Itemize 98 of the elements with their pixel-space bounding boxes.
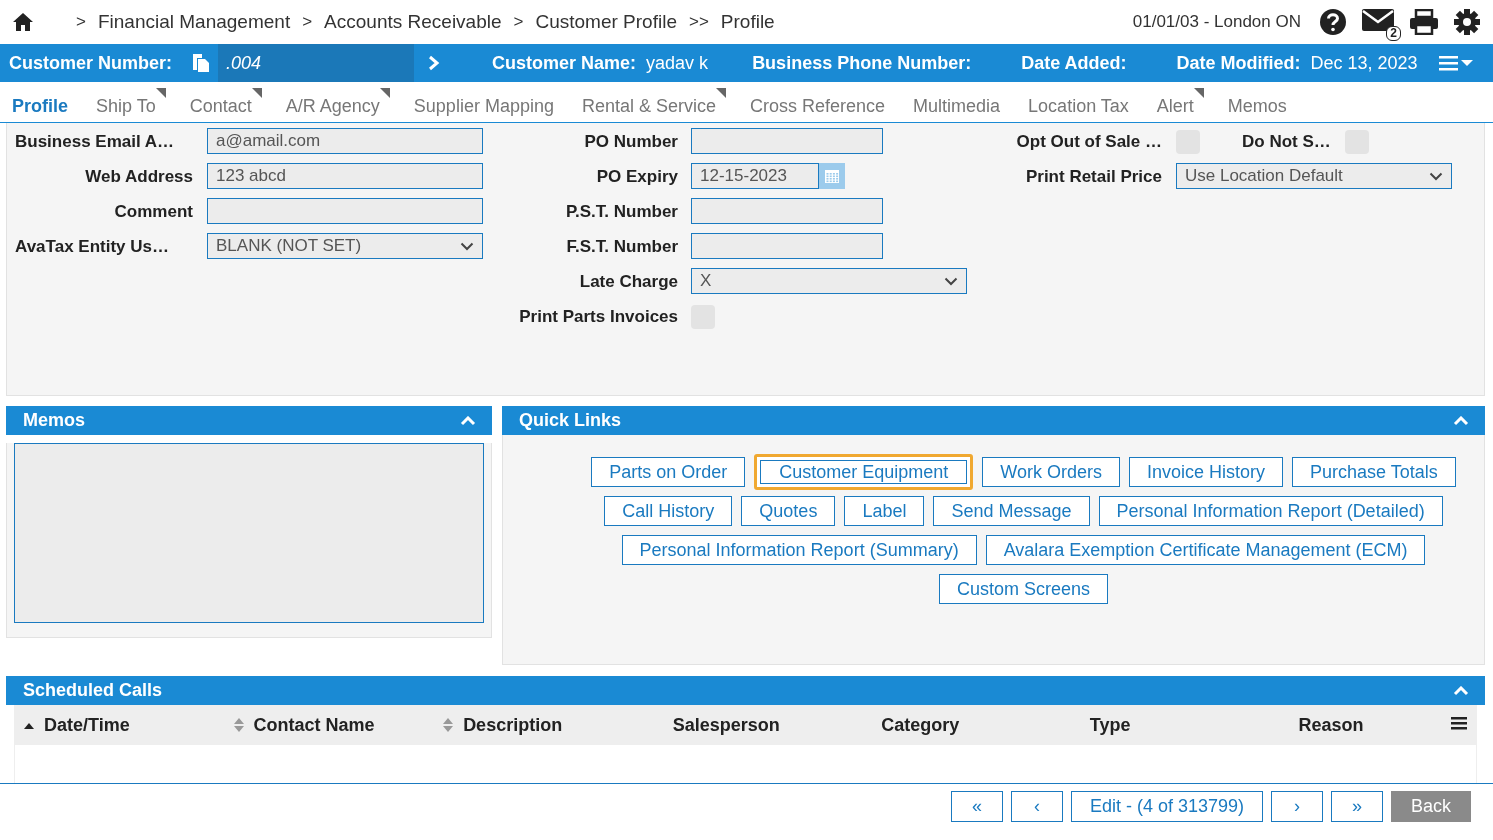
column-header[interactable]: Reason <box>1298 714 1364 736</box>
tab[interactable]: Multimedia <box>913 87 1005 117</box>
text-field[interactable]: 123 abcd <box>207 163 483 189</box>
home-icon[interactable] <box>12 12 34 32</box>
customer-name-value: yadav k <box>646 52 709 74</box>
quick-link-button[interactable]: Label <box>844 496 925 526</box>
tab[interactable]: Contact <box>189 87 262 117</box>
record-status-button[interactable]: Edit - (4 of 313799) <box>1070 791 1263 822</box>
collapse-icon[interactable] <box>1453 685 1469 696</box>
sort-icon[interactable] <box>233 718 244 732</box>
sort-ascending-icon[interactable] <box>24 721 34 729</box>
quick-link-button[interactable]: Quotes <box>741 496 836 526</box>
tab[interactable]: A/R Agency <box>285 87 390 117</box>
field-label: PO Expiry <box>595 167 678 187</box>
date-field[interactable]: 12-15-2023 <box>691 163 819 189</box>
field-label: F.S.T. Number <box>565 237 678 257</box>
dropdown-field[interactable]: Use Location Default <box>1176 163 1452 189</box>
column-header[interactable]: Salesperson <box>672 714 780 736</box>
back-button[interactable]: Back <box>1391 791 1471 822</box>
panel-title: Quick Links <box>519 410 622 431</box>
tab[interactable]: Supplier Mapping <box>413 87 558 117</box>
field-label: PO Number <box>583 132 678 152</box>
tab[interactable]: Rental & Service <box>581 87 726 117</box>
tab[interactable]: Profile <box>12 87 72 117</box>
text-field[interactable] <box>207 198 483 224</box>
column-header[interactable]: Type <box>1089 714 1131 736</box>
field-label: Late Charge <box>578 272 678 292</box>
quick-link-button[interactable]: Purchase Totals <box>1292 457 1456 487</box>
tab[interactable]: Ship To <box>96 87 166 117</box>
menu-icon[interactable] <box>1437 54 1474 72</box>
date-modified-label: Date Modified: <box>1176 52 1301 74</box>
column-header[interactable]: Contact Name <box>253 714 375 736</box>
panel-title: Scheduled Calls <box>23 680 163 701</box>
copy-icon[interactable] <box>192 53 211 73</box>
field-label: Print Retail Price <box>1024 167 1162 187</box>
quick-link-button[interactable]: Invoice History <box>1129 457 1284 487</box>
date-modified-value: Dec 13, 2023 <box>1310 52 1418 74</box>
first-page-button[interactable]: « <box>950 791 1003 822</box>
field-label: Opt Out of Sale … <box>1015 132 1162 152</box>
field-label: Do Not S… <box>1242 132 1331 152</box>
location-text: 01/01/03 - London ON <box>1132 12 1301 32</box>
breadcrumb-link[interactable]: Profile <box>720 11 775 33</box>
column-header[interactable]: Category <box>881 714 960 736</box>
customer-number-value: .004 <box>218 44 415 82</box>
help-icon[interactable] <box>1319 8 1347 36</box>
quick-link-button[interactable]: Personal Information Report (Detailed) <box>1098 496 1443 526</box>
field-label: Comment <box>113 202 193 222</box>
field-label: AvaTax Entity Us… <box>15 237 170 257</box>
quick-link-button[interactable]: Customer Equipment <box>754 454 974 490</box>
customer-name-label: Customer Name: <box>492 52 637 74</box>
quick-link-button[interactable]: Send Message <box>933 496 1090 526</box>
text-field[interactable]: a@amail.com <box>207 128 483 154</box>
breadcrumb-link[interactable]: Customer Profile <box>535 11 677 33</box>
quick-link-button[interactable]: Avalara Exemption Certificate Management (ECM) <box>985 535 1426 565</box>
dropdown-field[interactable]: BLANK (NOT SET) <box>207 233 483 259</box>
customer-number-label: Customer Number: <box>9 52 173 74</box>
field-label: Business Email A… <box>15 132 176 152</box>
chevron-down-icon <box>1429 171 1443 181</box>
quick-link-button[interactable]: Custom Screens <box>938 574 1109 604</box>
tab[interactable]: Cross Reference <box>750 87 890 117</box>
column-header[interactable]: Description <box>463 714 563 736</box>
dropdown-field[interactable]: X <box>691 268 967 294</box>
chevron-down-icon <box>460 241 474 251</box>
tab[interactable]: Memos <box>1227 87 1291 117</box>
quick-link-button[interactable]: Work Orders <box>982 457 1120 487</box>
breadcrumb-link[interactable]: Accounts Receivable <box>324 11 502 33</box>
breadcrumb-separator: > <box>76 12 86 32</box>
chevron-right-icon[interactable] <box>428 55 441 71</box>
text-field[interactable] <box>691 198 883 224</box>
quick-link-button[interactable]: Parts on Order <box>591 457 746 487</box>
panel-title: Memos <box>23 410 85 431</box>
breadcrumb-link[interactable]: Financial Management <box>97 11 291 33</box>
sort-icon[interactable] <box>443 718 454 732</box>
collapse-icon[interactable] <box>460 415 476 426</box>
field-label: Print Parts Invoices <box>518 307 678 327</box>
tab[interactable]: Alert <box>1156 87 1204 117</box>
phone-label: Business Phone Number: <box>752 52 972 74</box>
chevron-down-icon <box>944 276 958 286</box>
tab[interactable]: Location Tax <box>1028 87 1133 117</box>
column-menu-icon[interactable] <box>1451 716 1467 730</box>
date-added-label: Date Added: <box>1021 52 1127 74</box>
field-label: P.S.T. Number <box>564 202 678 222</box>
quick-link-button[interactable]: Call History <box>604 496 733 526</box>
breadcrumb-separator: >> <box>688 12 709 32</box>
breadcrumb-separator: > <box>513 12 524 32</box>
quick-link-button[interactable]: Personal Information Report (Summary) <box>621 535 977 565</box>
text-field[interactable] <box>691 128 883 154</box>
print-icon[interactable] <box>1409 9 1439 35</box>
last-page-button[interactable]: » <box>1331 791 1383 822</box>
text-field[interactable] <box>691 233 883 259</box>
collapse-icon[interactable] <box>1453 415 1469 426</box>
settings-icon[interactable] <box>1453 8 1481 36</box>
field-label: Web Address <box>84 167 193 187</box>
column-header[interactable]: Date/Time <box>44 714 130 736</box>
next-page-button[interactable]: › <box>1271 791 1323 822</box>
breadcrumb-separator: > <box>302 12 313 32</box>
previous-page-button[interactable]: ‹ <box>1010 791 1063 822</box>
message-count-badge: 2 <box>1386 25 1401 41</box>
